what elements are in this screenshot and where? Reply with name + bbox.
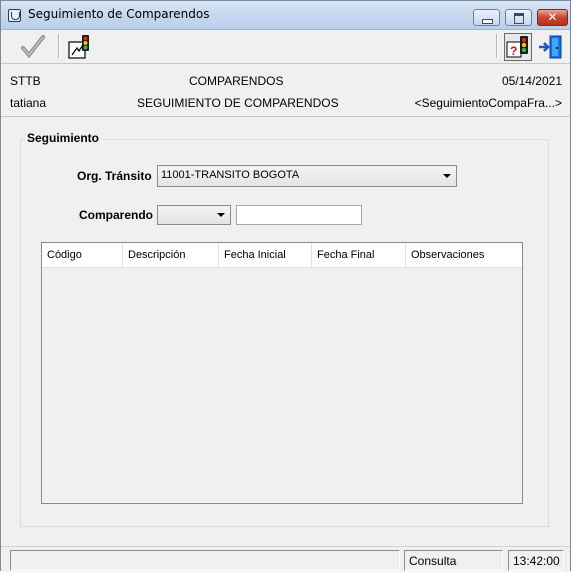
info-bar: STTB COMPARENDOS 05/14/2021 tatiana SEGU… [1,64,570,117]
exit-button[interactable] [537,33,565,61]
status-message [10,550,400,571]
checkmark-icon [21,35,45,59]
report-button[interactable] [65,33,93,61]
svg-text:?: ? [510,44,517,58]
comparendo-type-select[interactable] [157,205,231,225]
table-header: Código Descripción Fecha Inicial Fecha F… [42,243,522,268]
comparendo-label: Comparendo [79,208,154,222]
chevron-down-icon [443,174,451,178]
status-bar: Consulta 13:42:00 [1,546,570,572]
org-transito-label: Org. Tránsito [77,169,152,183]
group-label: Seguimiento [25,131,102,145]
status-time: 13:42:00 [508,550,564,571]
window-title: Seguimiento de Comparendos [28,7,210,21]
org-transito-select[interactable]: 11001-TRANSITO BOGOTA [157,165,457,187]
org-transito-value: 11001-TRANSITO BOGOTA [161,169,300,181]
traffic-light-help-icon: ? [506,36,528,58]
current-date: 05/14/2021 [501,74,562,88]
help-button[interactable]: ? [504,33,532,61]
exit-door-icon [539,35,562,59]
toolbar-separator [58,34,60,58]
company-code: STTB [10,74,41,88]
column-header-observaciones[interactable]: Observaciones [406,243,522,267]
form-name: <SeguimientoCompaFra...> [414,96,562,110]
minimize-button[interactable] [473,9,500,26]
column-header-codigo[interactable]: Código [42,243,123,267]
module-name: COMPARENDOS [189,74,284,88]
toolbar-separator-right [496,34,498,58]
close-button[interactable]: ✕ [537,9,568,26]
main-window: Seguimiento de Comparendos ✕ ? STTB COMP… [0,0,571,572]
accept-button[interactable] [19,33,47,61]
comparendo-number-input[interactable] [236,205,362,225]
chevron-down-icon [217,213,225,217]
screen-title: SEGUIMIENTO DE COMPARENDOS [137,96,339,110]
close-icon: ✕ [547,10,558,24]
traffic-light-report-icon [68,35,89,59]
current-user: tatiana [10,96,47,110]
column-header-fecha-final[interactable]: Fecha Final [312,243,406,267]
app-icon[interactable] [8,9,21,22]
column-header-descripcion[interactable]: Descripción [123,243,219,267]
toolbar: ? [1,30,570,64]
title-bar[interactable]: Seguimiento de Comparendos ✕ [1,1,570,30]
maximize-button[interactable] [505,9,532,26]
status-mode: Consulta [404,550,503,571]
column-header-fecha-inicial[interactable]: Fecha Inicial [219,243,312,267]
seguimiento-table[interactable]: Código Descripción Fecha Inicial Fecha F… [41,242,523,504]
